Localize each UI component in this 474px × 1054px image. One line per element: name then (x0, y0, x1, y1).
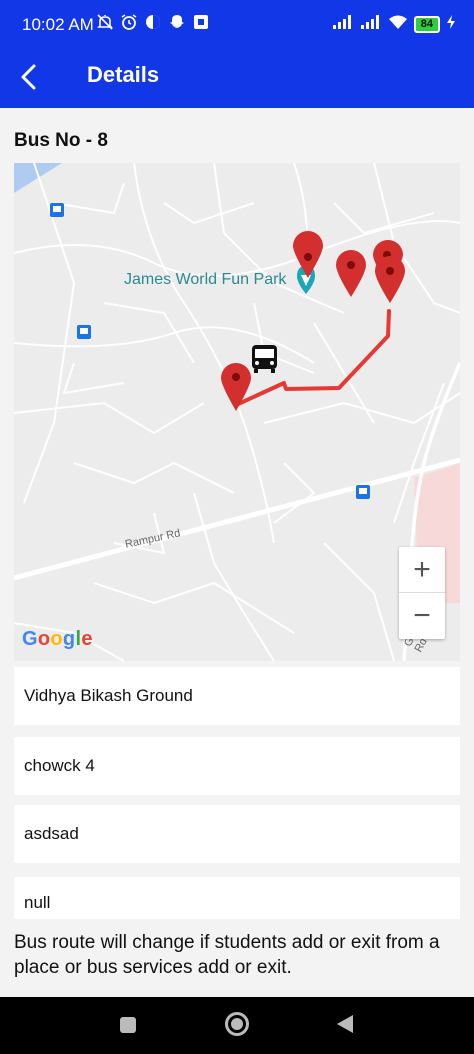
home-button[interactable] (224, 1011, 250, 1042)
back-triangle-icon (337, 1015, 353, 1033)
media-icon (192, 13, 210, 31)
stop-item[interactable]: null (14, 877, 460, 919)
bus-stop-icon (356, 485, 370, 499)
signal-icon (332, 14, 354, 35)
charging-icon (446, 14, 456, 35)
stop-name: asdsad (24, 824, 79, 843)
stop-name: null (24, 893, 51, 912)
bus-stop-icon (77, 325, 91, 339)
stop-name: chowck 4 (24, 756, 95, 775)
back-button[interactable] (16, 62, 44, 92)
back-arrow-icon (21, 64, 36, 90)
stop-name: Vidhya Bikash Ground (24, 686, 193, 705)
bus-number-title: Bus No - 8 (14, 130, 108, 151)
bus-stop-icon (50, 203, 64, 217)
battery-indicator: 84 (413, 16, 440, 33)
zoom-in-button[interactable]: + (399, 547, 445, 593)
alarm-icon (120, 13, 138, 31)
stop-item[interactable]: Vidhya Bikash Ground (14, 667, 460, 725)
zoom-out-button[interactable]: − (399, 593, 445, 639)
mute-icon (96, 13, 114, 31)
bus-icon (252, 345, 277, 373)
route-map[interactable]: James World Fun Park Rampur Rd Gitanagar… (14, 163, 460, 661)
snapchat-icon (168, 13, 186, 31)
app-bar: Details (0, 50, 474, 108)
wifi-icon (388, 14, 408, 35)
stop-item[interactable]: chowck 4 (14, 737, 460, 795)
route-change-note: Bus route will change if students add or… (14, 932, 440, 978)
recents-button[interactable] (118, 1015, 138, 1040)
status-bar: 10:02 AM 84 (0, 0, 474, 50)
park-label: James World Fun Park (124, 271, 287, 288)
signal-icon-2 (360, 14, 382, 35)
page-title: Details (87, 62, 160, 87)
status-right: 84 (332, 14, 456, 35)
map-background (14, 163, 460, 661)
zoom-controls: + − (399, 547, 445, 639)
home-icon (225, 1012, 249, 1036)
system-nav-bar (0, 997, 474, 1054)
back-nav-button[interactable] (335, 1013, 355, 1040)
notification-icons (96, 13, 210, 31)
recents-icon (120, 1017, 136, 1033)
stop-item[interactable]: asdsad (14, 805, 460, 863)
status-time: 10:02 AM (22, 15, 94, 34)
google-logo: Google (22, 628, 93, 650)
app-icon (144, 13, 162, 31)
